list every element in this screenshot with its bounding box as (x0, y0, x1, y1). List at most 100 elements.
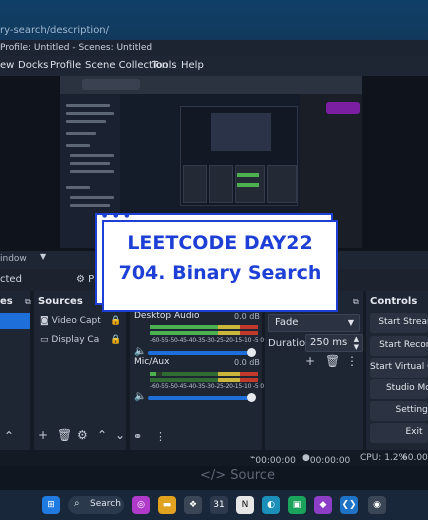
search-icon: ⌕ (74, 498, 80, 509)
menu-tools[interactable]: Tools (152, 60, 177, 71)
trash-icon[interactable]: 🗑 (325, 354, 340, 368)
speaker-icon[interactable]: 🔈 (134, 391, 146, 402)
mixer-mic-aux-label: Mic/Aux (134, 357, 170, 367)
mixer-desktop-audio-db: 0.0 dB (234, 312, 260, 321)
source-tab-label: </> Source (200, 468, 275, 483)
mic-aux-meter (150, 378, 258, 382)
source-item-display-capture[interactable]: ▭ Display Ca (40, 335, 99, 345)
desktop-audio-meter (150, 325, 258, 329)
studio-mode-button[interactable]: Studio Mode (370, 379, 428, 399)
add-icon[interactable]: + (305, 354, 315, 368)
sources-header: Sources (38, 296, 83, 307)
windows-start-icon[interactable]: ⊞ (42, 496, 60, 514)
properties-label: P (88, 274, 95, 285)
chevron-down-icon[interactable]: ⌄ (115, 428, 125, 442)
vscode-icon[interactable]: ❮❯ (340, 496, 358, 514)
properties-button[interactable]: ⚙ P (76, 274, 94, 285)
menu-view[interactable]: ew (0, 60, 14, 71)
mic-aux-meter (150, 372, 258, 376)
edge-icon[interactable]: ◐ (262, 496, 280, 514)
spinner-icon[interactable]: ▲ ▼ (354, 335, 359, 351)
overlay-title: LEETCODE DAY22 (127, 232, 313, 254)
cpu-usage: CPU: 1.2% (360, 453, 408, 463)
overlay-dots: ● ● ● (102, 212, 132, 219)
chevron-down-icon: ▼ (347, 318, 354, 327)
source-label: Video Capt (51, 316, 101, 326)
preview-record-button (326, 102, 360, 114)
chevron-up-icon[interactable]: ⌃ (4, 429, 14, 443)
no-source-selected-label: cted (0, 274, 22, 285)
button-label: Start Virtual Camera (370, 362, 428, 372)
app-icon-3[interactable]: ❖ (184, 496, 202, 514)
start-streaming-button[interactable]: Start Streaming (370, 313, 428, 333)
menu-bar: ew Docks Profile Scene Collection Tools … (0, 56, 428, 76)
more-icon[interactable]: ⋮ (155, 430, 166, 443)
menu-profile[interactable]: Profile (50, 60, 81, 71)
file-explorer-icon[interactable]: ▬ (158, 496, 176, 514)
mixer-desktop-audio-label: Desktop Audio (134, 311, 200, 321)
mic-aux-volume-slider[interactable] (148, 393, 256, 402)
chevron-up-icon[interactable]: ⌃ (97, 428, 107, 442)
search-label: Search (90, 499, 121, 509)
dock-float-icon[interactable]: ⧉ (25, 297, 31, 307)
taskbar-search[interactable]: ⌕ Search (68, 496, 124, 514)
overlay-subtitle: 704. Binary Search (118, 262, 322, 284)
nested-obs-preview (180, 106, 298, 206)
lock-icon[interactable]: 🔒 (110, 316, 121, 326)
meter-scale: -60-55-50-45-40-35-30-25-20-15-10 -5 0 (150, 337, 264, 344)
taskbar: ⊞ ⌕ Search ◎ ▬ ❖ 31 N ◐ ▣ ◆ ❮❯ ◉ (0, 490, 428, 520)
url-text[interactable]: ry-search/description/ (0, 25, 109, 36)
camera-icon: ◙ (40, 316, 49, 326)
exit-button[interactable]: Exit (370, 423, 428, 443)
sources-dock: Sources (34, 291, 126, 450)
menu-docks[interactable]: Docks (18, 60, 48, 71)
scene-item-selected[interactable] (0, 313, 30, 329)
desktop-audio-volume-slider[interactable] (148, 348, 256, 357)
button-label: Start Streaming (378, 317, 428, 327)
start-virtual-camera-button[interactable]: Start Virtual Camera (370, 358, 428, 378)
button-label: Studio Mode (385, 383, 428, 393)
transition-select[interactable]: Fade ▼ (268, 314, 360, 332)
app-icon-8[interactable]: ◆ (314, 496, 332, 514)
browser-url-bar[interactable]: ry-search/description/ (0, 0, 428, 40)
obs-icon[interactable]: ◉ (368, 496, 386, 514)
menu-help[interactable]: Help (181, 60, 204, 71)
button-label: Start Recording (379, 340, 428, 350)
fps-readout: 60.00 fps (402, 453, 428, 463)
link-icon[interactable]: ⚭ (133, 430, 142, 443)
meter-scale: -60-55-50-45-40-35-30-25-20-15-10 -5 0 (150, 383, 264, 390)
controls-header: Controls (370, 296, 418, 307)
add-icon[interactable]: + (38, 428, 48, 442)
dock-float-icon[interactable]: ⧉ (353, 297, 359, 307)
stream-time: ⌁ 00:00:00 (250, 453, 296, 466)
trash-icon[interactable]: 🗑 (57, 428, 72, 442)
scenes-header: es (0, 296, 13, 307)
dock-window-label: indow (0, 254, 27, 264)
notion-icon[interactable]: N (236, 496, 254, 514)
button-label: Exit (405, 427, 423, 437)
app-icon-1[interactable]: ◎ (132, 496, 150, 514)
button-label: Settings (395, 405, 428, 415)
status-bar: ⌁ 00:00:00 ● 00:00:00 CPU: 1.2% 60.00 fp… (0, 450, 428, 466)
preview-tabbar (60, 76, 362, 94)
mixer-mic-aux-db: 0.0 dB (234, 358, 260, 367)
start-recording-button[interactable]: Start Recording (370, 336, 428, 356)
gear-icon[interactable]: ⚙ (77, 428, 88, 442)
record-time: ● 00:00:00 (302, 453, 351, 466)
window-titlebar: Profile: Untitled - Scenes: Untitled (0, 40, 428, 56)
more-icon[interactable]: ⋮ (346, 354, 358, 368)
desktop-audio-meter (150, 331, 258, 335)
duration-value: 250 ms (310, 337, 348, 348)
settings-button[interactable]: Settings (370, 401, 428, 421)
monitor-icon: ▭ (40, 335, 49, 345)
speaker-icon[interactable]: 🔈 (134, 346, 146, 357)
duration-input[interactable]: 250 ms ▲ ▼ (305, 334, 363, 352)
source-item-video-capture[interactable]: ◙ Video Capt (40, 316, 101, 326)
app-icon-7[interactable]: ▣ (288, 496, 306, 514)
chevron-down-icon[interactable]: ▼ (40, 252, 46, 261)
window-title: Profile: Untitled - Scenes: Untitled (0, 43, 153, 53)
calendar-icon[interactable]: 31 (210, 496, 228, 514)
background-page-strip: </> Source (0, 466, 428, 490)
source-label: Display Ca (51, 335, 100, 345)
lock-icon[interactable]: 🔒 (110, 335, 121, 345)
